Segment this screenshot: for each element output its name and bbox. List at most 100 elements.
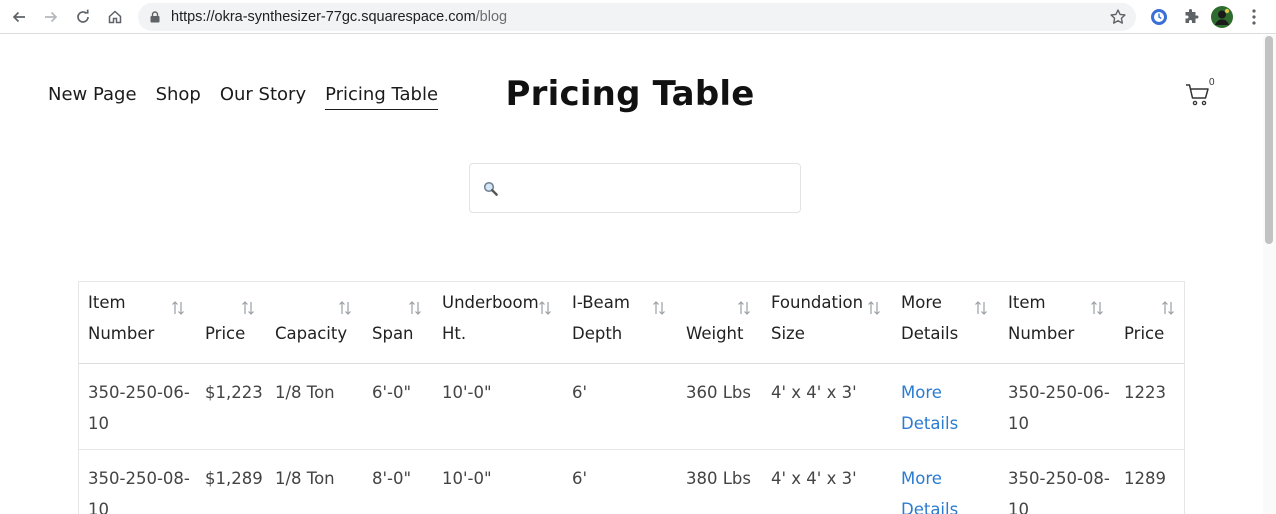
table-cell: 350-250-08- 10: [79, 449, 196, 514]
scrollbar-thumb[interactable]: [1265, 36, 1273, 244]
cell-text: 4' x 4' x 3': [771, 382, 857, 402]
cell-text: 8'-0": [372, 468, 412, 488]
column-header-label: Number: [1008, 323, 1075, 343]
column-header-label: [1124, 287, 1184, 318]
sort-arrows-icon[interactable]: [538, 295, 552, 315]
cell-text: $1,223: [205, 382, 263, 402]
cell-text: 6'-0": [372, 382, 412, 402]
cell-text: 10: [88, 499, 109, 514]
cart-count-badge: 0: [1209, 77, 1215, 88]
column-header-label: Capacity: [275, 323, 348, 343]
cell-text: 350-250-06-: [1008, 382, 1110, 402]
table-cell: $1,289: [196, 449, 266, 514]
home-button[interactable]: [104, 6, 126, 28]
sort-arrows-icon[interactable]: [652, 295, 666, 315]
cell-text: $1,289: [205, 468, 263, 488]
search-input[interactable]: [508, 174, 788, 202]
column-header[interactable]: Weight: [677, 282, 762, 364]
sort-arrows-icon[interactable]: [1161, 295, 1175, 315]
table-cell: 350-250-06- 10: [79, 363, 196, 450]
column-header[interactable]: Span: [363, 282, 433, 364]
more-details-link[interactable]: More Details: [892, 449, 999, 514]
table-cell: 380 Lbs: [677, 449, 762, 514]
address-bar[interactable]: https://okra-synthesizer-77gc.squarespac…: [138, 3, 1136, 31]
kebab-menu-icon: [1252, 9, 1256, 25]
sort-arrows-icon[interactable]: [867, 295, 881, 315]
column-header[interactable]: More Details: [892, 282, 999, 364]
cell-text[interactable]: More: [901, 463, 999, 494]
table-cell: 6': [563, 449, 677, 514]
back-button[interactable]: [8, 6, 30, 28]
column-header-label: Number: [88, 323, 155, 343]
table-cell: 4' x 4' x 3': [762, 363, 892, 450]
column-header[interactable]: Capacity: [266, 282, 363, 364]
table-search-box[interactable]: [469, 163, 801, 213]
page-scrollbar[interactable]: [1263, 35, 1276, 514]
table-cell: 1/8 Ton: [266, 449, 363, 514]
table-cell: $1,223: [196, 363, 266, 450]
cell-text[interactable]: Details: [901, 494, 999, 514]
column-header-label: Weight: [686, 323, 744, 343]
shopping-cart-icon[interactable]: [1185, 83, 1211, 107]
browser-menu-button[interactable]: [1243, 6, 1265, 28]
cell-text: 10: [88, 413, 109, 433]
sort-arrows-icon[interactable]: [338, 295, 352, 315]
column-header[interactable]: Price: [1115, 282, 1184, 364]
column-header[interactable]: Item Number: [79, 282, 196, 364]
column-header[interactable]: Price: [196, 282, 266, 364]
cell-text: 6': [572, 382, 588, 402]
cell-text: 1223: [1124, 382, 1166, 402]
bookmark-star-icon[interactable]: [1109, 8, 1127, 26]
column-header-label: Price: [205, 323, 246, 343]
url-path: /blog: [475, 9, 508, 25]
column-header-label: Price: [1124, 323, 1165, 343]
sort-arrows-icon[interactable]: [241, 295, 255, 315]
cell-text: 350-250-08-: [1008, 468, 1110, 488]
magnifier-icon: [483, 181, 498, 196]
profile-avatar[interactable]: [1211, 6, 1233, 28]
arrow-left-icon: [12, 11, 25, 23]
table-cell: 4' x 4' x 3': [762, 449, 892, 514]
reload-button[interactable]: [72, 6, 94, 28]
cell-text[interactable]: More: [901, 377, 999, 408]
table-cell: 360 Lbs: [677, 363, 762, 450]
column-header[interactable]: Foundation Size: [762, 282, 892, 364]
sort-arrows-icon[interactable]: [171, 295, 185, 315]
arrow-right-icon: [45, 11, 58, 23]
column-header[interactable]: Item Number: [999, 282, 1115, 364]
cell-text[interactable]: Details: [901, 408, 999, 439]
table-cell: 10'-0": [433, 363, 563, 450]
column-header[interactable]: Underboom Ht.: [433, 282, 563, 364]
table-row: 350-250-08- 10 $1,289 1/8 Ton 8'-0" 10'-0" 6' 3…: [79, 449, 1184, 514]
pricing-table: Item Number Price Capacity Span Underboom Ht. I…: [78, 281, 1185, 514]
column-header-label: [372, 287, 433, 318]
cell-text: 10'-0": [442, 468, 492, 488]
table-cell: 350-250-06- 10: [999, 363, 1115, 450]
browser-toolbar: https://okra-synthesizer-77gc.squarespac…: [0, 0, 1276, 34]
forward-button[interactable]: [40, 6, 62, 28]
sort-arrows-icon[interactable]: [408, 295, 422, 315]
column-header-label: [205, 287, 266, 318]
extension-button[interactable]: [1148, 6, 1170, 28]
cell-text: 1/8 Ton: [275, 468, 335, 488]
column-header-label: Size: [771, 323, 805, 343]
table-body: 350-250-06- 10 $1,223 1/8 Ton 6'-0" 10'-0" 6' 3…: [79, 363, 1184, 514]
sort-arrows-icon[interactable]: [1090, 295, 1104, 315]
extensions-menu-button[interactable]: [1180, 6, 1202, 28]
table-cell: 8'-0": [363, 449, 433, 514]
table-header: Item Number Price Capacity Span Underboom Ht. I…: [79, 282, 1184, 364]
sort-arrows-icon[interactable]: [974, 295, 988, 315]
url-host: https://okra-synthesizer-77gc.squarespac…: [171, 9, 476, 25]
column-header-label: Ht.: [442, 323, 467, 343]
sort-arrows-icon[interactable]: [737, 295, 751, 315]
lock-icon: [150, 11, 160, 23]
cell-text: 4' x 4' x 3': [771, 468, 857, 488]
more-details-link[interactable]: More Details: [892, 363, 999, 450]
cell-text: 360 Lbs: [686, 382, 752, 402]
cell-text: 10'-0": [442, 382, 492, 402]
reload-icon: [77, 9, 89, 23]
home-icon: [108, 10, 122, 24]
column-header[interactable]: I-Beam Depth: [563, 282, 677, 364]
avatar-icon: [1211, 6, 1233, 28]
cell-text: 1/8 Ton: [275, 382, 335, 402]
